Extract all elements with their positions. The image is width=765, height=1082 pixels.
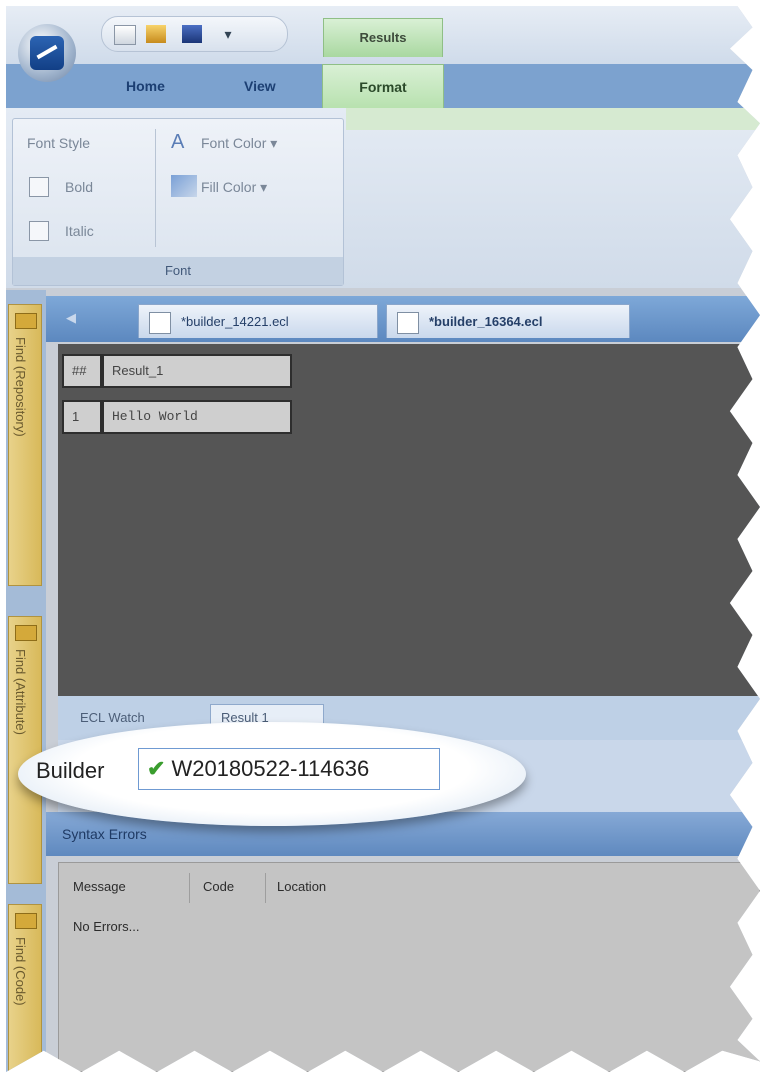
app-logo-icon [30,36,64,70]
grid-cell-value[interactable]: Hello World [102,400,292,434]
syntax-errors-title: Syntax Errors [62,826,147,842]
file-icon [397,312,419,334]
file-icon [149,312,171,334]
pin-icon[interactable] [15,313,37,329]
syntax-errors-panel: Message Code Location No Errors... [58,862,760,1072]
doc-tab-builder-14221[interactable]: *builder_14221.ecl [138,304,378,338]
pin-icon[interactable] [15,625,37,641]
application-button[interactable] [18,24,76,82]
tab-view[interactable]: View [244,78,276,94]
builder-label: Builder [36,758,105,783]
document-tab-strip: ◀ *builder_14221.ecl *builder_16364.ecl [46,296,760,342]
col-message[interactable]: Message [73,879,126,894]
side-tab-find-code[interactable]: Find (Code) [8,904,42,1072]
fill-color-icon[interactable] [171,175,197,197]
pin-icon[interactable] [15,913,37,929]
grid-header-rownum[interactable]: ## [62,354,102,388]
col-location[interactable]: Location [277,879,326,894]
side-tab-label: Find (Code) [13,937,28,1006]
grid-row-number: 1 [62,400,102,434]
side-tab-label: Find (Attribute) [13,649,28,735]
tab-ecl-watch[interactable]: ECL Watch [80,710,145,725]
font-color-button[interactable]: Font Color ▾ [201,135,277,152]
tab-format[interactable]: Format [322,64,444,109]
doc-tab-label: *builder_14221.ecl [181,314,289,329]
font-group: Font Style Bold Italic A Font Color ▾ Fi… [12,118,344,286]
tab-scroll-left-icon[interactable]: ◀ [66,310,76,326]
italic-checkbox[interactable] [29,221,49,241]
workunit-id-field[interactable]: ✔ W20180522-114636 [138,748,440,790]
doc-tab-builder-16364[interactable]: *builder_16364.ecl [386,304,630,338]
doc-tab-label: *builder_16364.ecl [429,314,543,329]
bold-label[interactable]: Bold [65,179,93,195]
side-tab-label: Find (Repository) [13,337,28,437]
side-tab-find-attribute[interactable]: Find (Attribute) [8,616,42,884]
contextual-tab-results: Results [323,18,443,57]
check-icon: ✔ [147,756,166,781]
new-file-icon[interactable] [114,25,136,45]
open-folder-icon[interactable] [146,25,166,43]
font-style-label: Font Style [27,135,91,151]
magnified-callout: Builder ✔ W20180522-114636 [18,722,526,826]
font-group-title: Font [13,257,343,285]
font-color-icon[interactable]: A [171,131,197,153]
qat-dropdown-icon[interactable]: ▾ [218,25,238,43]
workunit-id-value: W20180522-114636 [171,756,370,781]
side-dock: Find (Repository) Find (Attribute) Find … [6,290,46,1072]
quick-access-toolbar: ▾ [101,16,288,52]
col-code[interactable]: Code [203,879,234,894]
no-errors-message: No Errors... [73,919,140,934]
save-icon[interactable] [182,25,202,43]
title-bar: ▾ Results [6,6,760,64]
bold-checkbox[interactable] [29,177,49,197]
result-grid: ## Result_1 1 Hello World [58,344,760,696]
app-window: ▾ Results Home View Format Font Style Bo… [6,6,760,1072]
grid-header-result-1[interactable]: Result_1 [102,354,292,388]
tab-home[interactable]: Home [126,78,165,94]
fill-color-button[interactable]: Fill Color ▾ [201,179,267,196]
column-divider [265,873,266,903]
column-divider [189,873,190,903]
group-separator [155,129,156,247]
ribbon-panel: Font Style Bold Italic A Font Color ▾ Fi… [6,108,760,288]
contextual-ribbon-strip [346,108,760,130]
side-tab-find-repository[interactable]: Find (Repository) [8,304,42,586]
italic-label[interactable]: Italic [65,223,94,239]
ribbon-tab-row: Home View Format [6,64,760,109]
